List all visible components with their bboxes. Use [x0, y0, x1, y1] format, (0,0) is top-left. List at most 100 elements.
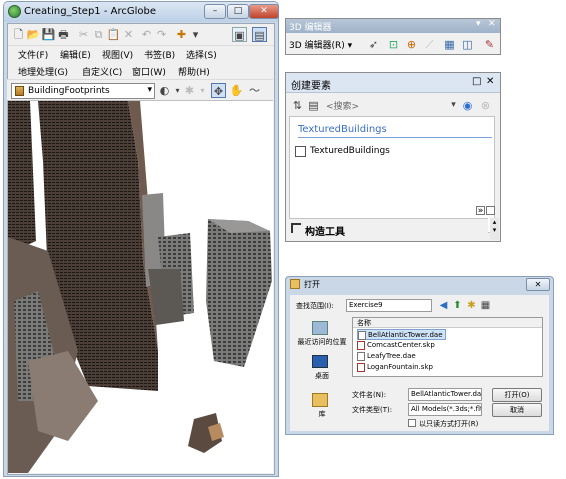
- readonly-checkbox[interactable]: [408, 419, 416, 427]
- create-features-header[interactable]: 创建要素 □ ✕: [286, 73, 500, 93]
- menu-help[interactable]: 帮助(H): [178, 65, 210, 78]
- cut-icon[interactable]: ✂: [76, 27, 91, 42]
- file-name: ComcastCenter.skp: [367, 341, 435, 349]
- recent-places-icon[interactable]: [312, 321, 328, 335]
- scrollbar[interactable]: ▴ ▾: [490, 218, 499, 240]
- close-icon[interactable]: ✕: [486, 76, 494, 87]
- layer-combo[interactable]: BuildingFootprints ▾: [11, 83, 155, 99]
- template-list: TexturedBuildings TexturedBuildings: [289, 116, 495, 233]
- attributes-icon[interactable]: ▦: [442, 37, 457, 52]
- delete-icon[interactable]: ✕: [121, 27, 136, 42]
- menu-view[interactable]: 视图(V): [102, 48, 133, 61]
- move-icon[interactable]: ⊕: [404, 37, 419, 52]
- file-name: BellAtlanticTower.dae: [368, 331, 443, 339]
- chevron-down-icon: ▾: [147, 85, 152, 95]
- menu-file[interactable]: 文件(F): [18, 48, 48, 61]
- fly-icon[interactable]: 〜: [247, 83, 262, 98]
- close-icon[interactable]: ✕: [488, 19, 496, 29]
- open-button[interactable]: 打开(O): [492, 388, 542, 402]
- menu-geoprocessing[interactable]: 地理处理(G): [18, 65, 68, 78]
- clear-search-icon[interactable]: ⊗: [478, 98, 493, 113]
- pan-hand-icon[interactable]: ✋: [229, 83, 244, 98]
- copy-icon[interactable]: ⧉: [91, 27, 106, 42]
- save-icon[interactable]: 💾: [41, 27, 56, 42]
- table-of-contents-icon[interactable]: ▤: [252, 27, 267, 42]
- lookin-combo[interactable]: Exercise9: [346, 299, 432, 312]
- place-recent[interactable]: 最近访问的位置: [292, 337, 352, 347]
- add-data-icon[interactable]: ✚: [174, 27, 189, 42]
- sketch-properties-icon[interactable]: ◫: [460, 37, 475, 52]
- library-icon[interactable]: [312, 393, 328, 407]
- file-item[interactable]: LoganFountain.skp: [357, 362, 433, 373]
- lookin-label: 查找范围(I):: [296, 302, 334, 310]
- print-icon[interactable]: 🖶: [56, 27, 71, 42]
- filename-input[interactable]: BellAtlanticTower.da▾: [408, 388, 482, 401]
- map-window-icon[interactable]: ▣: [232, 27, 247, 42]
- create-features-icon[interactable]: ✎: [482, 37, 497, 52]
- effects-dropdown-icon[interactable]: ▾: [195, 83, 210, 98]
- minimize-button[interactable]: –: [204, 4, 226, 19]
- line-tool-icon[interactable]: ⟋: [422, 37, 437, 52]
- new-document-icon[interactable]: 🗋: [11, 27, 26, 42]
- menu-selection[interactable]: 选择(S): [186, 48, 217, 61]
- back-icon[interactable]: ◀: [436, 298, 451, 313]
- template-menu-icon[interactable]: ▤: [306, 98, 321, 113]
- navigate-icon[interactable]: ✥: [211, 83, 226, 98]
- globe-3d-view[interactable]: [7, 101, 273, 473]
- template-group-title: TexturedBuildings: [298, 124, 387, 135]
- view-menu-icon[interactable]: ▦: [478, 298, 493, 313]
- filetype-label: 文件类型(T):: [352, 406, 393, 414]
- lookin-value: Exercise9: [349, 301, 383, 309]
- dae-file-icon: [357, 351, 365, 361]
- split-icon[interactable]: [486, 206, 495, 215]
- open-folder-icon[interactable]: 📂: [26, 27, 41, 42]
- city-scene: [8, 101, 272, 473]
- polygon-symbol-icon: [295, 146, 306, 157]
- restore-icon[interactable]: □: [472, 76, 481, 87]
- menu-bookmarks[interactable]: 书签(B): [144, 48, 175, 61]
- menu-edit[interactable]: 编辑(E): [60, 48, 91, 61]
- close-button[interactable]: ✕: [249, 4, 279, 19]
- filetype-select[interactable]: All Models(*.3ds;*.flt;*: [408, 403, 482, 416]
- column-header-name[interactable]: 名称: [353, 318, 542, 328]
- desktop-icon[interactable]: [312, 355, 328, 368]
- edit-tool-icon[interactable]: ➶: [366, 37, 381, 52]
- redo-icon[interactable]: ↷: [154, 27, 169, 42]
- organize-templates-icon[interactable]: ⇅: [290, 98, 305, 113]
- search-dropdown-icon[interactable]: ▾: [446, 98, 461, 113]
- maximize-button[interactable]: □: [227, 4, 249, 19]
- undo-icon[interactable]: ↶: [139, 27, 154, 42]
- chevron-down-icon[interactable]: ▾: [476, 19, 481, 29]
- arcglobe-titlebar[interactable]: Creating_Step1 - ArcGlobe – □ ✕: [4, 2, 279, 22]
- file-item-selected[interactable]: BellAtlanticTower.dae: [357, 329, 446, 340]
- filename-label: 文件名(N):: [352, 391, 387, 399]
- editor3d-menu[interactable]: 3D 编辑器(R) ▾: [289, 38, 352, 51]
- add-data-dropdown-icon[interactable]: ▾: [188, 27, 203, 42]
- folder-icon: [290, 279, 300, 289]
- place-library[interactable]: 库: [292, 409, 352, 419]
- up-folder-icon[interactable]: ⬆: [450, 298, 465, 313]
- create-features-title: 创建要素: [291, 81, 331, 92]
- left-tower: [8, 101, 36, 251]
- menu-customize[interactable]: 自定义(C): [82, 65, 122, 78]
- search-icon[interactable]: ◉: [460, 98, 475, 113]
- editor3d-titlebar[interactable]: 3D 编辑器 ▾ ✕: [286, 19, 500, 33]
- skp-file-icon: [357, 340, 365, 350]
- open-dialog-client: 查找范围(I): Exercise9 ◀ ⬆ ✱ ▦ 最近访问的位置 桌面 库 …: [290, 295, 549, 431]
- close-button[interactable]: ✕: [526, 278, 550, 291]
- search-input[interactable]: <搜索>: [326, 99, 466, 113]
- menu-windows[interactable]: 窗口(W): [132, 65, 166, 78]
- edit-vertices-icon[interactable]: ⊡: [386, 37, 401, 52]
- cancel-button[interactable]: 取消: [492, 403, 542, 417]
- template-item[interactable]: TexturedBuildings: [293, 145, 493, 159]
- place-desktop[interactable]: 桌面: [292, 371, 352, 381]
- places-bar: 最近访问的位置 桌面 库: [294, 317, 350, 427]
- expand-icon[interactable]: »: [476, 206, 485, 216]
- file-list: 名称 BellAtlanticTower.dae ComcastCenter.s…: [352, 317, 543, 377]
- file-item[interactable]: LeafyTree.dae: [357, 351, 416, 362]
- file-name: LoganFountain.skp: [367, 363, 433, 371]
- new-folder-icon[interactable]: ✱: [464, 298, 479, 313]
- file-item[interactable]: ComcastCenter.skp: [357, 340, 435, 351]
- globe-layer-toolbar: BuildingFootprints ▾ ◐ ▾ ✱ ▾ ✥ ✋ 〜: [7, 79, 273, 101]
- paste-icon[interactable]: 📋: [106, 27, 121, 42]
